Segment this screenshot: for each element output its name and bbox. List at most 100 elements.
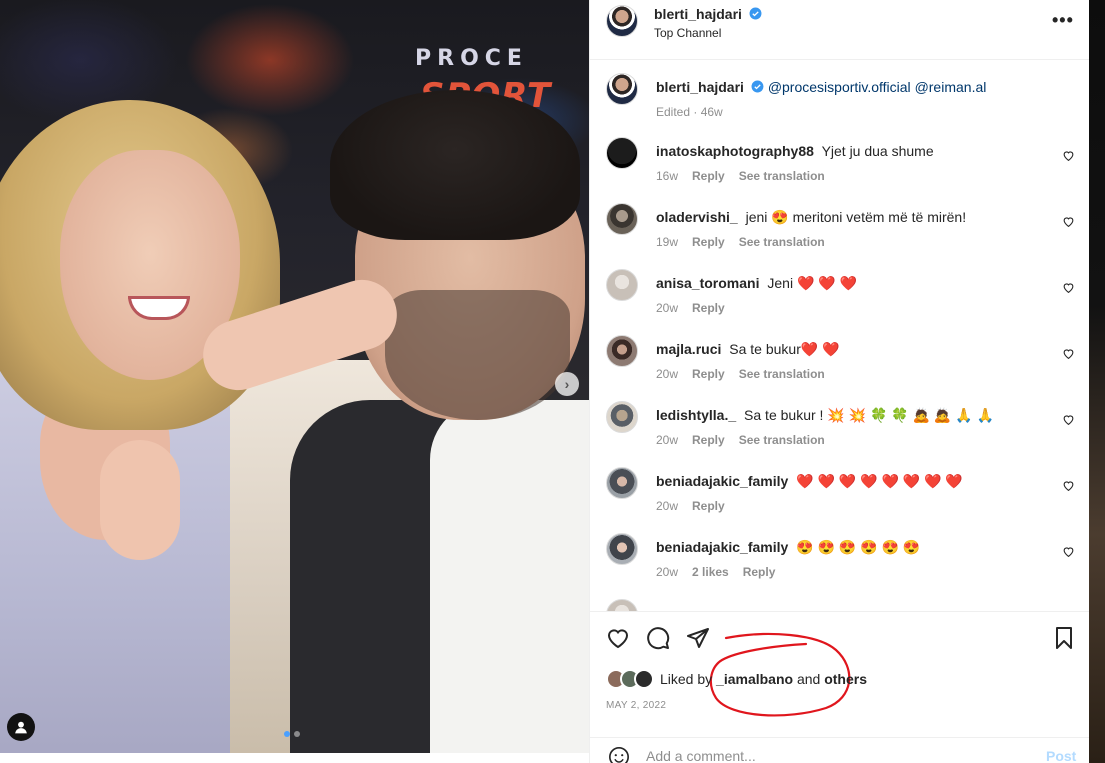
liked-by-username[interactable]: _iamalbano — [716, 671, 793, 687]
commenter-avatar[interactable] — [606, 599, 638, 611]
comment-username[interactable]: anisa_toromani — [656, 275, 759, 291]
save-bookmark-icon[interactable] — [1052, 626, 1076, 650]
comment-age[interactable]: 20w — [656, 301, 678, 315]
comment-like-heart-icon[interactable] — [1062, 347, 1075, 360]
liked-by-row: Liked by _iamalbano and others — [606, 668, 867, 690]
reply-button[interactable]: Reply — [743, 565, 776, 579]
reply-button[interactable]: Reply — [692, 169, 725, 183]
comment-age[interactable]: 20w — [656, 565, 678, 579]
comment-like-heart-icon[interactable] — [1062, 545, 1075, 558]
comment-text: oladervishi_ jeni 😍 meritoni vetëm më të… — [656, 209, 966, 226]
liker-avatar[interactable] — [634, 669, 654, 689]
reply-button[interactable]: Reply — [692, 433, 725, 447]
comment-meta: 16w Reply See translation — [656, 169, 839, 183]
comment-age[interactable]: 19w — [656, 235, 678, 249]
background-page-edge — [1089, 0, 1105, 763]
add-comment-bar: Add a comment... Post — [590, 737, 1090, 763]
liked-by-text: Liked by _iamalbano and others — [660, 671, 867, 687]
see-translation-button[interactable]: See translation — [739, 433, 825, 447]
post-location[interactable]: Top Channel — [654, 26, 721, 40]
share-paper-plane-icon[interactable] — [686, 626, 710, 650]
author-username-text[interactable]: blerti_hajdari — [654, 6, 742, 22]
comment-like-heart-icon[interactable] — [1062, 215, 1075, 228]
comment-bubble-icon[interactable] — [646, 626, 670, 650]
carousel-dot — [294, 731, 300, 737]
commenter-avatar[interactable] — [606, 335, 638, 367]
comment-text: majla.ruci Sa te bukur❤️ ❤️ — [656, 341, 840, 358]
liked-by-prefix: Liked by — [660, 671, 713, 687]
comment-likes-count[interactable]: 2 likes — [692, 565, 729, 579]
emoji-smiley-icon[interactable] — [608, 746, 630, 763]
comment-username[interactable]: majla.ruci — [656, 341, 721, 357]
commenter-avatar[interactable] — [606, 137, 638, 169]
comment-body: 😍 😍 😍 😍 😍 😍 — [796, 539, 921, 555]
carousel-next-button[interactable]: › — [555, 372, 579, 396]
comment-like-heart-icon[interactable] — [1062, 413, 1075, 426]
comments-list[interactable]: blerti_hajdari @procesisportiv.official … — [590, 61, 1090, 611]
reply-button[interactable]: Reply — [692, 499, 725, 513]
post-comment-button[interactable]: Post — [1046, 748, 1076, 763]
comment-text: beniadajakic_family ❤️ ❤️ ❤️ ❤️ ❤️ ❤️ ❤️… — [656, 473, 963, 490]
commenter-avatar[interactable] — [606, 203, 638, 235]
studio-sign-top: PROCE — [415, 46, 528, 71]
see-translation-button[interactable]: See translation — [739, 235, 825, 249]
caption-edited-age: Edited · 46w — [656, 105, 723, 119]
liked-by-and: and — [796, 671, 821, 687]
carousel-dots — [284, 731, 300, 737]
comment-body: Sa te bukur ! 💥 💥 🍀 🍀 🙇 🙇 🙏 🙏 — [744, 407, 994, 423]
reply-button[interactable]: Reply — [692, 301, 725, 315]
comment-text: inatoskaphotography88 Yjet ju dua shume — [656, 143, 934, 159]
like-heart-icon[interactable] — [606, 626, 630, 650]
author-avatar[interactable] — [606, 73, 638, 105]
commenter-avatar[interactable] — [606, 401, 638, 433]
author-username[interactable]: blerti_hajdari — [654, 6, 762, 22]
post-header: blerti_hajdari Top Channel ••• — [590, 0, 1090, 60]
post-date[interactable]: MAY 2, 2022 — [606, 700, 666, 711]
comment-meta: 19w Reply See translation — [656, 235, 839, 249]
comment-username[interactable]: oladervishi_ — [656, 209, 738, 225]
reply-button[interactable]: Reply — [692, 367, 725, 381]
see-translation-button[interactable]: See translation — [739, 169, 825, 183]
liked-by-others-link[interactable]: others — [824, 671, 867, 687]
caption-text: blerti_hajdari @procesisportiv.official … — [656, 79, 986, 95]
comment-body: Sa te bukur❤️ ❤️ — [729, 341, 840, 357]
comment-username[interactable]: beniadajakic_family — [656, 539, 788, 555]
author-avatar[interactable] — [606, 5, 638, 37]
commenter-avatar[interactable] — [606, 533, 638, 565]
caption-mention[interactable]: @reiman.al — [915, 79, 987, 95]
comment-text: ledishtylla._ Sa te bukur ! 💥 💥 🍀 🍀 🙇 🙇 … — [656, 407, 994, 424]
man-hair — [330, 90, 580, 240]
woman-hand — [100, 440, 180, 560]
see-translation-button[interactable]: See translation — [739, 367, 825, 381]
comment-body: ❤️ ❤️ ❤️ ❤️ ❤️ ❤️ ❤️ ❤️ — [796, 473, 963, 489]
post-detail-panel: blerti_hajdari Top Channel ••• blerti_ha… — [589, 0, 1090, 763]
comment-meta: 20w 2 likes Reply — [656, 565, 789, 579]
more-options-icon[interactable]: ••• — [1052, 10, 1074, 31]
comment-body: Yjet ju dua shume — [821, 143, 934, 159]
tagged-users-button[interactable] — [7, 713, 35, 741]
commenter-avatar[interactable] — [606, 467, 638, 499]
comment-username[interactable]: inatoskaphotography88 — [656, 143, 814, 159]
commenter-avatar[interactable] — [606, 269, 638, 301]
comment-age[interactable]: 16w — [656, 169, 678, 183]
comment-username[interactable]: beniadajakic_family — [656, 473, 788, 489]
caption-mention[interactable]: @procesisportiv.official — [768, 79, 911, 95]
comment-text: beniadajakic_family 😍 😍 😍 😍 😍 😍 — [656, 539, 920, 556]
add-comment-input[interactable]: Add a comment... — [646, 748, 756, 763]
post-actions: Liked by _iamalbano and others MAY 2, 20… — [590, 611, 1090, 743]
reply-button[interactable]: Reply — [692, 235, 725, 249]
post-photo[interactable]: PROCE SPORT › — [0, 0, 589, 753]
caption-meta: Edited · 46w — [656, 105, 737, 119]
comment-like-heart-icon[interactable] — [1062, 281, 1075, 294]
comment-meta: 20w Reply — [656, 499, 739, 513]
comment-username[interactable]: ledishtylla._ — [656, 407, 736, 423]
comment-age[interactable]: 20w — [656, 367, 678, 381]
comment-like-heart-icon[interactable] — [1062, 479, 1075, 492]
comment-like-heart-icon[interactable] — [1062, 149, 1075, 162]
user-icon — [15, 721, 27, 734]
comment-age[interactable]: 20w — [656, 433, 678, 447]
caption-username[interactable]: blerti_hajdari — [656, 79, 744, 95]
comment-age[interactable]: 20w — [656, 499, 678, 513]
comment-meta: 20w Reply See translation — [656, 433, 839, 447]
man-shirt — [430, 400, 589, 753]
